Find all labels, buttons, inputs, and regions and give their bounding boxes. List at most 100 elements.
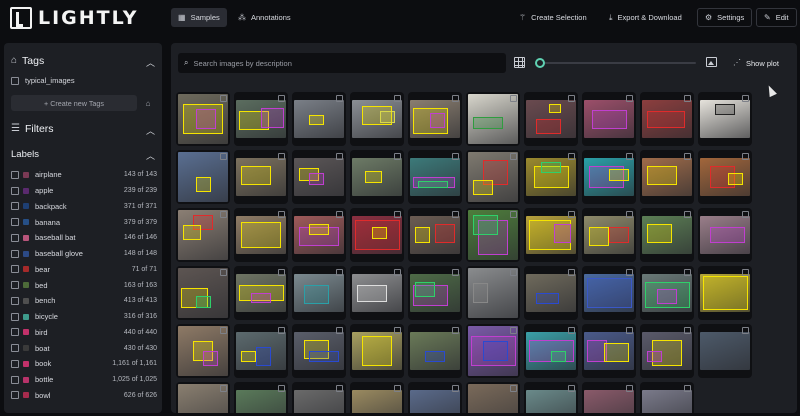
label-checkbox[interactable] xyxy=(11,312,19,321)
image-thumbnail[interactable] xyxy=(176,150,230,204)
select-checkbox[interactable] xyxy=(568,95,575,102)
search-input[interactable] xyxy=(193,58,494,68)
label-filter-item[interactable]: baseball glove 148 of 148 xyxy=(11,246,157,262)
select-checkbox[interactable] xyxy=(394,269,401,276)
select-checkbox[interactable] xyxy=(684,269,691,276)
label-filter-item[interactable]: bicycle 316 of 316 xyxy=(11,309,157,325)
label-filter-item[interactable]: banana 379 of 379 xyxy=(11,214,157,230)
label-checkbox[interactable] xyxy=(11,265,19,274)
image-thumbnail[interactable] xyxy=(524,382,578,413)
label-filter-item[interactable]: book 1,161 of 1,161 xyxy=(11,356,157,372)
app-logo[interactable]: LIGHTLY xyxy=(10,6,139,30)
image-thumbnail[interactable] xyxy=(350,92,404,146)
select-checkbox[interactable] xyxy=(394,211,401,218)
image-thumbnail[interactable] xyxy=(176,382,230,413)
label-filter-item[interactable]: bench 413 of 413 xyxy=(11,293,157,309)
select-checkbox[interactable] xyxy=(568,327,575,334)
image-thumbnail[interactable] xyxy=(466,324,520,378)
image-thumbnail[interactable] xyxy=(698,150,752,204)
label-filter-item[interactable]: bird 440 of 440 xyxy=(11,325,157,341)
select-checkbox[interactable] xyxy=(278,327,285,334)
image-thumbnail[interactable] xyxy=(408,92,462,146)
select-checkbox[interactable] xyxy=(336,211,343,218)
select-checkbox[interactable] xyxy=(394,327,401,334)
image-thumbnail[interactable] xyxy=(524,208,578,262)
select-checkbox[interactable] xyxy=(742,211,749,218)
select-checkbox[interactable] xyxy=(452,327,459,334)
image-thumbnail[interactable] xyxy=(524,150,578,204)
image-thumbnail[interactable] xyxy=(698,208,752,262)
image-thumbnail[interactable] xyxy=(350,324,404,378)
label-checkbox[interactable] xyxy=(11,359,19,368)
select-checkbox[interactable] xyxy=(336,385,343,392)
image-thumbnail[interactable] xyxy=(698,324,752,378)
image-thumbnail[interactable] xyxy=(176,324,230,378)
select-checkbox[interactable] xyxy=(336,153,343,160)
label-filter-item[interactable]: airplane 143 of 143 xyxy=(11,167,157,183)
label-filter-item[interactable]: bottle 1,025 of 1,025 xyxy=(11,372,157,388)
label-filter-item[interactable]: backpack 371 of 371 xyxy=(11,199,157,215)
select-checkbox[interactable] xyxy=(510,211,517,218)
image-thumbnail[interactable] xyxy=(640,150,694,204)
select-checkbox[interactable] xyxy=(394,95,401,102)
chevron-up-icon[interactable]: ︿ xyxy=(146,56,155,69)
image-thumbnail[interactable] xyxy=(408,324,462,378)
image-thumbnail[interactable] xyxy=(466,208,520,262)
create-selection-button[interactable]: ⚚ Create Selection xyxy=(512,8,594,27)
zoom-slider-handle[interactable] xyxy=(535,58,545,68)
image-thumbnail[interactable] xyxy=(524,92,578,146)
image-thumbnail[interactable] xyxy=(640,92,694,146)
select-checkbox[interactable] xyxy=(684,385,691,392)
export-download-button[interactable]: ⤓ Export & Download xyxy=(602,8,689,27)
tags-section-header[interactable]: ⌂ Tags ︿ xyxy=(11,52,157,70)
label-checkbox[interactable] xyxy=(11,186,19,195)
label-checkbox[interactable] xyxy=(11,218,19,227)
select-checkbox[interactable] xyxy=(278,385,285,392)
label-filter-item[interactable]: boat 430 of 430 xyxy=(11,340,157,356)
image-thumbnail[interactable] xyxy=(582,208,636,262)
label-filter-item[interactable]: baseball bat 146 of 146 xyxy=(11,230,157,246)
annotations-tab[interactable]: ⁂ Annotations xyxy=(231,8,298,27)
search-bar[interactable]: ⌕ xyxy=(178,53,506,73)
label-checkbox[interactable] xyxy=(11,391,19,400)
select-checkbox[interactable] xyxy=(336,95,343,102)
show-plot-button[interactable]: ⋰ Show plot xyxy=(727,53,785,73)
select-checkbox[interactable] xyxy=(452,269,459,276)
image-thumbnail[interactable] xyxy=(524,324,578,378)
grid-view-icon[interactable] xyxy=(514,57,525,68)
select-checkbox[interactable] xyxy=(452,95,459,102)
image-thumbnail[interactable] xyxy=(350,208,404,262)
image-thumbnail[interactable] xyxy=(582,92,636,146)
image-icon[interactable] xyxy=(706,57,717,67)
image-thumbnail[interactable] xyxy=(234,208,288,262)
select-checkbox[interactable] xyxy=(626,269,633,276)
image-thumbnail[interactable] xyxy=(640,324,694,378)
select-checkbox[interactable] xyxy=(568,153,575,160)
select-checkbox[interactable] xyxy=(336,327,343,334)
select-checkbox[interactable] xyxy=(684,327,691,334)
select-checkbox[interactable] xyxy=(220,95,227,102)
image-thumbnail[interactable] xyxy=(234,382,288,413)
select-checkbox[interactable] xyxy=(684,211,691,218)
label-checkbox[interactable] xyxy=(11,296,19,305)
label-filter-item[interactable]: bed 163 of 163 xyxy=(11,277,157,293)
select-checkbox[interactable] xyxy=(626,327,633,334)
image-thumbnail[interactable] xyxy=(292,266,346,320)
select-checkbox[interactable] xyxy=(220,269,227,276)
select-checkbox[interactable] xyxy=(510,95,517,102)
image-thumbnail[interactable] xyxy=(176,92,230,146)
select-checkbox[interactable] xyxy=(394,153,401,160)
select-checkbox[interactable] xyxy=(626,153,633,160)
select-checkbox[interactable] xyxy=(510,327,517,334)
image-thumbnail[interactable] xyxy=(350,266,404,320)
select-checkbox[interactable] xyxy=(510,385,517,392)
image-thumbnail[interactable] xyxy=(292,150,346,204)
image-thumbnail[interactable] xyxy=(466,266,520,320)
label-filter-item[interactable]: bear 71 of 71 xyxy=(11,262,157,278)
select-checkbox[interactable] xyxy=(626,211,633,218)
select-checkbox[interactable] xyxy=(278,269,285,276)
image-thumbnail[interactable] xyxy=(292,324,346,378)
select-checkbox[interactable] xyxy=(626,95,633,102)
label-checkbox[interactable] xyxy=(11,170,19,179)
label-filter-item[interactable]: bowl 626 of 626 xyxy=(11,388,157,404)
